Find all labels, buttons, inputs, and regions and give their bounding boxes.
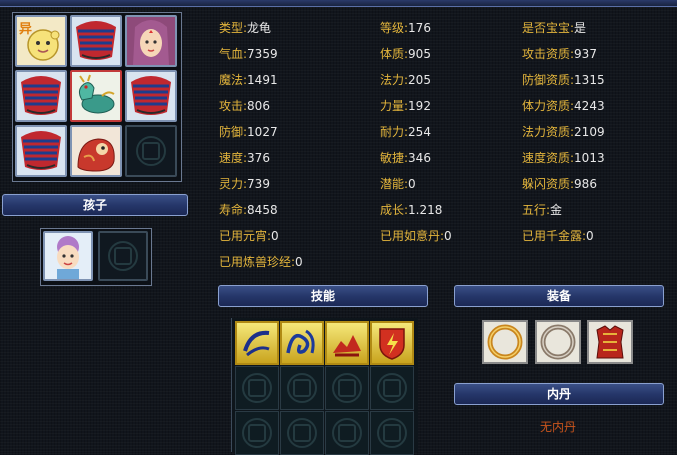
stat-is-baby: 是否宝宝:是 [522,21,587,35]
empty-slot-emblem-icon [108,241,138,271]
stat-level: 等级:176 [380,21,431,35]
stat-magic-aptitude: 法力资质:2109 [522,125,605,139]
stat-mp: 魔法:1491 [219,73,278,87]
no-inner-core-text: 无内丹 [540,420,577,434]
skills-header: 技能 [218,285,428,307]
stat-speed: 速度:376 [219,151,270,165]
pet-grid: 异 [12,12,182,182]
water-wave-skill-icon [286,329,315,354]
skill-slot-1[interactable] [235,321,279,365]
dragon-turtle-icon [78,74,115,114]
variant-badge: 异 [19,22,33,37]
striped-fan-icon [21,131,61,170]
skill-slot-7-empty[interactable] [325,366,369,410]
pet-slot-8[interactable] [70,125,122,177]
pet-slot-1[interactable]: 异 [15,15,67,67]
stat-endurance: 耐力:254 [380,125,431,139]
equipment-header: 装备 [454,285,664,307]
empty-slot-emblem-icon [332,373,362,403]
woman-portrait-icon [127,17,175,65]
stat-used-qianjinlu: 已用千金露:0 [522,229,594,243]
stat-attack: 攻击:806 [219,99,270,113]
stat-used-beast-manual: 已用炼兽珍经:0 [219,255,303,269]
lightning-shield-skill-icon [379,328,405,360]
stat-agility: 敏捷:346 [380,151,431,165]
pet-slot-9-empty[interactable] [125,125,177,177]
pet-slot-3[interactable] [125,15,177,67]
skill-slot-4[interactable] [370,321,414,365]
pet-slot-4[interactable] [15,70,67,122]
top-frame-strip [0,0,677,7]
gold-ring-icon [487,324,523,360]
skill-slot-10-empty[interactable] [280,411,324,455]
stat-defense: 防御:1027 [219,125,278,139]
empty-slot-emblem-icon [287,373,317,403]
skill-slot-8-empty[interactable] [370,366,414,410]
stat-dodge-aptitude: 躲闪资质:986 [522,177,597,191]
stat-type: 类型:龙龟 [219,21,272,35]
red-beast-skill-icon [333,335,361,357]
stat-spirit: 灵力:739 [219,177,270,191]
equip-slot-ring-gold[interactable] [482,320,528,364]
child-slot-1[interactable] [43,231,93,281]
skill-slot-9-empty[interactable] [235,411,279,455]
stat-speed-aptitude: 速度资质:1013 [522,151,605,165]
equip-slot-ring-silver[interactable] [535,320,581,364]
stat-hp: 气血:7359 [219,47,278,61]
pet-slot-5-selected[interactable] [70,70,122,122]
children-slots [40,228,152,286]
stat-constitution: 体质:905 [380,47,431,61]
empty-slot-emblem-icon [242,373,272,403]
stat-used-yuanxiao: 已用元宵:0 [219,229,279,243]
skill-slot-5-empty[interactable] [235,366,279,410]
skill-grid [231,318,418,455]
child-portrait-icon [57,236,79,279]
stat-defense-aptitude: 防御资质:1315 [522,73,605,87]
skill-slot-12-empty[interactable] [370,411,414,455]
empty-slot-emblem-icon [377,418,407,448]
inner-core-header: 内丹 [454,383,664,405]
empty-slot-emblem-icon [242,418,272,448]
claw-swirl-skill-icon [243,330,270,357]
striped-fan-icon [76,21,116,60]
equip-slot-armor[interactable] [587,320,633,364]
stat-potential: 潜能:0 [380,177,416,191]
pet-slot-6[interactable] [125,70,177,122]
red-beast-icon [77,138,115,172]
empty-slot-emblem-icon [287,418,317,448]
stat-strength: 力量:192 [380,99,431,113]
children-header: 孩子 [2,194,188,216]
stat-attack-aptitude: 攻击资质:937 [522,47,597,61]
stat-magic: 法力:205 [380,73,431,87]
stat-five-elements: 五行:金 [522,203,563,217]
silver-ring-icon [540,324,576,360]
striped-fan-icon [21,76,61,115]
stat-used-ruyidan: 已用如意丹:0 [380,229,452,243]
child-slot-2-empty[interactable] [98,231,148,281]
skill-slot-2[interactable] [280,321,324,365]
stat-stamina-aptitude: 体力资质:4243 [522,99,605,113]
empty-slot-emblem-icon [332,418,362,448]
pet-slot-7[interactable] [15,125,67,177]
stat-growth: 成长:1.218 [380,203,443,217]
skill-slot-3[interactable] [325,321,369,365]
empty-slot-emblem-icon [377,373,407,403]
striped-fan-icon [131,76,171,115]
skill-slot-6-empty[interactable] [280,366,324,410]
pet-slot-2[interactable] [70,15,122,67]
red-armor-icon [596,325,624,359]
stat-lifespan: 寿命:8458 [219,203,278,217]
skill-slot-11-empty[interactable] [325,411,369,455]
empty-slot-emblem-icon [136,136,166,166]
